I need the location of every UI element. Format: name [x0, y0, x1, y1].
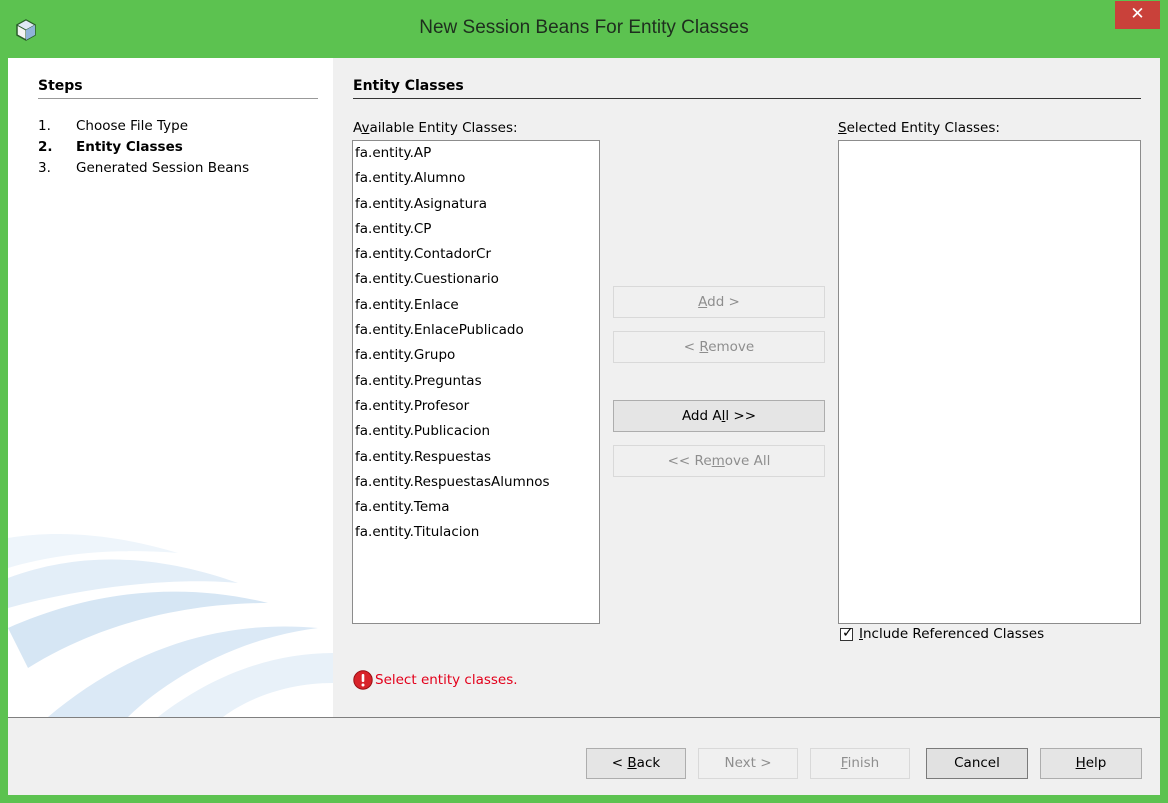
step-number: 2. — [38, 139, 53, 155]
list-item[interactable]: fa.entity.Publicacion — [353, 419, 599, 444]
validation-error-message: Select entity classes. — [375, 672, 518, 688]
list-item[interactable]: fa.entity.Alumno — [353, 166, 599, 191]
step-label: Entity Classes — [76, 139, 183, 155]
list-item[interactable]: fa.entity.ContadorCr — [353, 242, 599, 267]
steps-divider — [38, 98, 318, 99]
list-item[interactable]: fa.entity.EnlacePublicado — [353, 318, 599, 343]
help-button[interactable]: Help — [1040, 748, 1142, 779]
available-classes-label: Available Entity Classes: — [353, 120, 518, 136]
steps-pane: Steps 1. Choose File Type 2. Entity Classe… — [8, 58, 333, 717]
list-item[interactable]: fa.entity.Grupo — [353, 343, 599, 368]
list-item[interactable]: fa.entity.Respuestas — [353, 445, 599, 470]
dialog-window: New Session Beans For Entity Classes ✕ S… — [0, 0, 1168, 803]
entity-classes-pane: Entity Classes Available Entity Classes:… — [333, 58, 1160, 717]
list-item[interactable]: fa.entity.Titulacion — [353, 520, 599, 545]
button-bar: < Back Next > Finish Cancel Help — [8, 718, 1160, 795]
list-item[interactable]: fa.entity.Asignatura — [353, 192, 599, 217]
remove-all-button[interactable]: << Remove All — [613, 445, 825, 477]
list-item[interactable]: fa.entity.CP — [353, 217, 599, 242]
selected-classes-list[interactable] — [838, 140, 1141, 624]
add-all-button[interactable]: Add All >> — [613, 400, 825, 432]
checkmark-icon: ✓ — [842, 625, 854, 641]
step-number: 1. — [38, 118, 51, 134]
next-button[interactable]: Next > — [698, 748, 798, 779]
step-entity-classes: 2. Entity Classes — [38, 139, 183, 155]
step-choose-file-type: 1. Choose File Type — [38, 118, 188, 134]
window-title: New Session Beans For Entity Classes — [419, 17, 749, 38]
step-label: Choose File Type — [76, 118, 189, 134]
list-item[interactable]: fa.entity.Cuestionario — [353, 267, 599, 292]
cancel-button[interactable]: Cancel — [926, 748, 1028, 779]
list-item[interactable]: fa.entity.AP — [353, 141, 599, 166]
available-classes-list[interactable]: fa.entity.AP fa.entity.Alumno fa.entity.… — [352, 140, 600, 624]
close-button[interactable]: ✕ — [1115, 1, 1160, 29]
title-bar[interactable]: New Session Beans For Entity Classes ✕ — [0, 0, 1168, 58]
back-button[interactable]: < Back — [586, 748, 686, 779]
finish-button[interactable]: Finish — [810, 748, 910, 779]
section-divider — [353, 98, 1141, 99]
include-referenced-label[interactable]: Include Referenced Classes — [859, 626, 1044, 642]
include-referenced-checkbox[interactable]: ✓ — [840, 625, 854, 641]
list-item[interactable]: fa.entity.Profesor — [353, 394, 599, 419]
remove-button[interactable]: < Remove — [613, 331, 825, 363]
decorative-swoosh-graphic — [8, 533, 333, 717]
list-item[interactable]: fa.entity.Enlace — [353, 293, 599, 318]
step-generated-session-beans: 3. Generated Session Beans — [38, 160, 249, 176]
step-number: 3. — [38, 160, 51, 176]
list-item[interactable]: fa.entity.Tema — [353, 495, 599, 520]
error-icon — [353, 670, 373, 690]
list-item[interactable]: fa.entity.Preguntas — [353, 369, 599, 394]
selected-classes-label: Selected Entity Classes: — [838, 120, 1000, 136]
list-item[interactable]: fa.entity.RespuestasAlumnos — [353, 470, 599, 495]
add-button[interactable]: Add > — [613, 286, 825, 318]
steps-heading: Steps — [38, 78, 83, 94]
step-label: Generated Session Beans — [76, 160, 250, 176]
section-heading: Entity Classes — [353, 78, 464, 94]
dialog-body: Steps 1. Choose File Type 2. Entity Classe… — [8, 58, 1160, 795]
